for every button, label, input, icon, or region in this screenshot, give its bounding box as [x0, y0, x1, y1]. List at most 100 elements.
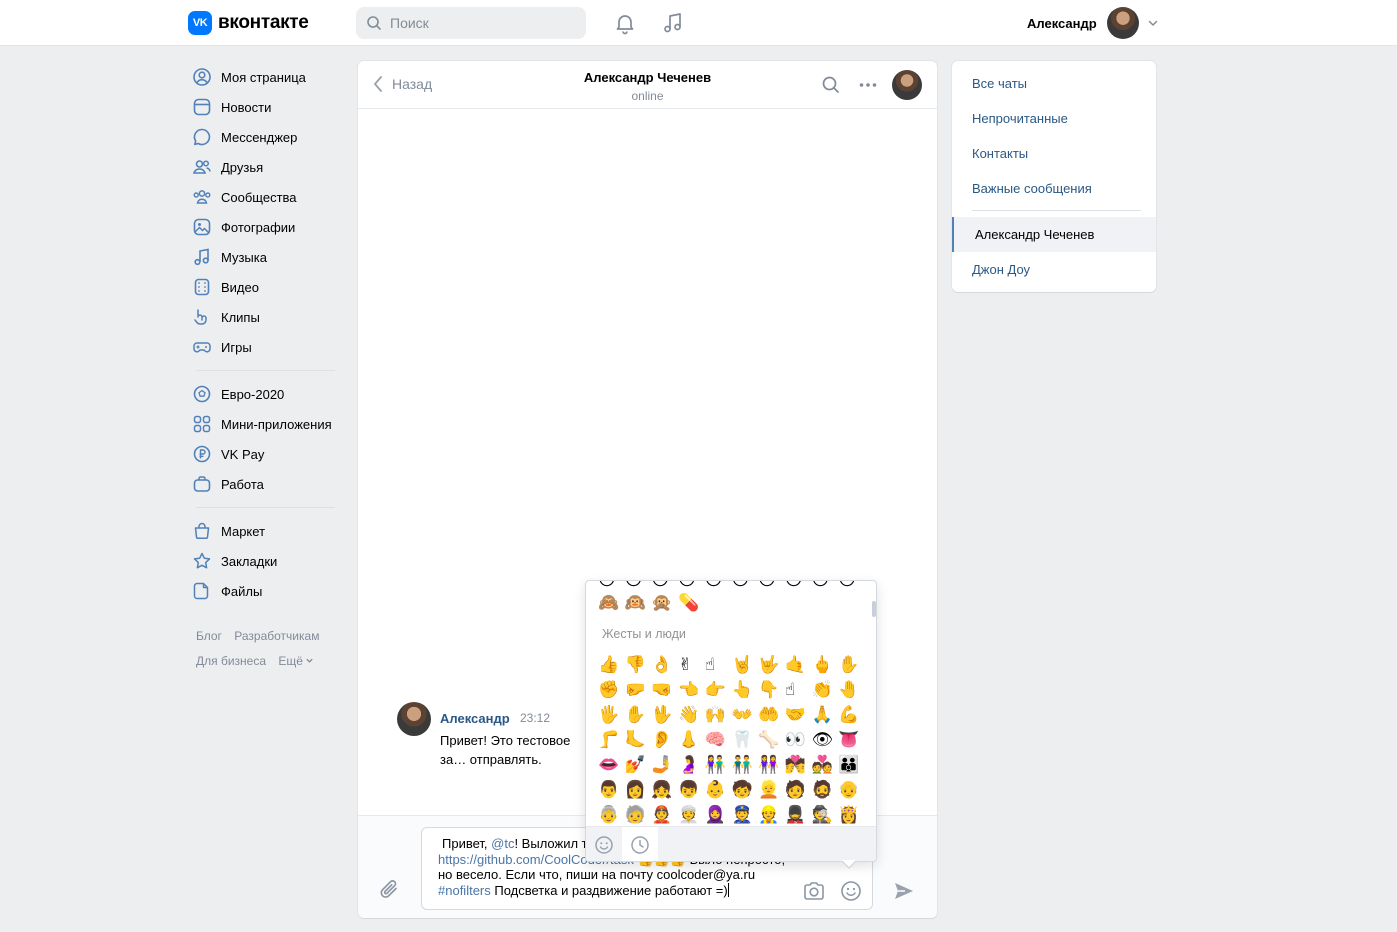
search-box[interactable]	[356, 7, 586, 39]
emoji[interactable]: 🤛	[625, 680, 652, 705]
emoji[interactable]: 🦷	[731, 730, 758, 755]
emoji[interactable]: 👀	[785, 730, 812, 755]
nav-item-my-page[interactable]: Моя страница	[188, 62, 338, 92]
menu-all-chats[interactable]: Все чаты	[952, 66, 1156, 101]
emoji[interactable]: 🤜	[651, 680, 678, 705]
emoji[interactable]: 👇	[758, 680, 785, 705]
emoji[interactable]: 🧔	[812, 780, 839, 805]
emoji[interactable]: 🧠	[705, 730, 732, 755]
mention-highlight[interactable]: @tc	[491, 836, 514, 851]
menu-important[interactable]: Важные сообщения	[952, 171, 1156, 206]
music-note-icon[interactable]	[661, 11, 685, 35]
emoji[interactable]: 👃	[678, 730, 705, 755]
emoji[interactable]: 👱	[758, 780, 785, 805]
footer-link-blog[interactable]: Блог	[196, 629, 222, 643]
nav-item-mini-apps[interactable]: Мини-приложения	[188, 409, 338, 439]
emoji[interactable]: 👵	[598, 805, 625, 828]
emoji[interactable]: 🧕	[705, 805, 732, 828]
emoji[interactable]: 😶	[838, 581, 865, 595]
emoji[interactable]: 💂	[785, 805, 812, 828]
emoji[interactable]: ✌	[678, 655, 705, 680]
camera-icon[interactable]	[802, 880, 826, 905]
emoji[interactable]: 🙌	[705, 705, 732, 730]
nav-item-files[interactable]: Файлы	[188, 576, 338, 606]
paperclip-icon[interactable]	[379, 878, 401, 905]
menu-chat-chechenev[interactable]: Александр Чеченев	[952, 217, 1156, 252]
emoji[interactable]: 🦶	[625, 730, 652, 755]
emoji[interactable]: 👈	[678, 680, 705, 705]
emoji[interactable]: 🖖	[651, 705, 678, 730]
emoji[interactable]: 👎	[625, 655, 652, 680]
emoji[interactable]: 🙏	[812, 705, 839, 730]
emoji[interactable]: 🦴	[758, 730, 785, 755]
nav-item-music[interactable]: Музыка	[188, 242, 338, 272]
emoji-scroll-area[interactable]: 😶 😶 😶 😶 😶 😶 😶 😶 😶 😶 🙈 🙉 🙊 💊 Жесты и люди…	[586, 581, 876, 828]
emoji[interactable]: 🤰	[678, 755, 705, 780]
emoji[interactable]: 🤚	[838, 680, 865, 705]
menu-chat-john-doe[interactable]: Джон Доу	[952, 252, 1156, 287]
menu-contacts[interactable]: Контакты	[952, 136, 1156, 171]
nav-item-work[interactable]: Работа	[188, 469, 338, 499]
emoji[interactable]: 👦	[678, 780, 705, 805]
emoji[interactable]: 👐	[731, 705, 758, 730]
send-icon[interactable]	[892, 879, 916, 906]
emoji[interactable]: 🧓	[625, 805, 652, 828]
emoji[interactable]: 👩	[625, 780, 652, 805]
more-dots-icon[interactable]	[858, 75, 878, 98]
emoji-scrollbar[interactable]	[872, 601, 876, 617]
emoji[interactable]: 💅	[625, 755, 652, 780]
emoji[interactable]: ☝	[705, 655, 732, 680]
profile-menu[interactable]: Александр	[1027, 7, 1159, 39]
menu-unread[interactable]: Непрочитанные	[952, 101, 1156, 136]
nav-item-photos[interactable]: Фотографии	[188, 212, 338, 242]
emoji[interactable]: 🤙	[785, 655, 812, 680]
emoji[interactable]: 💪	[838, 705, 865, 730]
emoji[interactable]: 👧	[651, 780, 678, 805]
nav-item-video[interactable]: Видео	[188, 272, 338, 302]
emoji[interactable]: 🕵	[812, 805, 839, 828]
emoji[interactable]: 🙈	[598, 593, 625, 618]
hashtag-highlight[interactable]: #nofilters	[438, 883, 491, 898]
emoji[interactable]: 🤳	[651, 755, 678, 780]
emoji[interactable]: 🙉	[625, 593, 652, 618]
emoji-tab-recent[interactable]	[622, 827, 658, 861]
emoji[interactable]: 🖐	[598, 705, 625, 730]
emoji[interactable]: 🧑	[785, 780, 812, 805]
emoji[interactable]: 😶	[705, 581, 732, 595]
emoji[interactable]: ✋	[838, 655, 865, 680]
emoji[interactable]: 👫	[705, 755, 732, 780]
emoji[interactable]: 💑	[812, 755, 839, 780]
emoji[interactable]: 👋	[678, 705, 705, 730]
emoji[interactable]: 👨	[598, 780, 625, 805]
emoji[interactable]: 👲	[651, 805, 678, 828]
emoji[interactable]: 👳	[678, 805, 705, 828]
emoji[interactable]: 👴	[838, 780, 865, 805]
emoji[interactable]: 👏	[812, 680, 839, 705]
emoji[interactable]: 🤝	[785, 705, 812, 730]
emoji[interactable]: 🤲	[758, 705, 785, 730]
emoji[interactable]: 👭	[758, 755, 785, 780]
footer-link-more[interactable]: Ещё	[278, 654, 314, 668]
chat-search-icon[interactable]	[821, 75, 841, 98]
nav-item-clips[interactable]: Клипы	[188, 302, 338, 332]
emoji[interactable]: 😶	[731, 581, 758, 595]
emoji[interactable]: 👶	[705, 780, 732, 805]
nav-item-euro-2020[interactable]: Евро-2020	[188, 379, 338, 409]
emoji[interactable]: 👁	[812, 730, 839, 755]
nav-item-friends[interactable]: Друзья	[188, 152, 338, 182]
footer-link-developers[interactable]: Разработчикам	[234, 629, 319, 643]
emoji[interactable]: 🦵	[598, 730, 625, 755]
nav-item-games[interactable]: Игры	[188, 332, 338, 362]
emoji[interactable]: ✋	[625, 705, 652, 730]
emoji[interactable]: 🤘	[731, 655, 758, 680]
emoji[interactable]: 🤟	[758, 655, 785, 680]
emoji[interactable]: 💊	[678, 593, 705, 618]
nav-item-messenger[interactable]: Мессенджер	[188, 122, 338, 152]
nav-item-communities[interactable]: Сообщества	[188, 182, 338, 212]
emoji[interactable]: 🧒	[731, 780, 758, 805]
emoji[interactable]: ☝	[785, 680, 812, 705]
emoji[interactable]: 👪	[838, 755, 865, 780]
emoji[interactable]: 👂	[651, 730, 678, 755]
nav-item-vk-pay[interactable]: VK Pay	[188, 439, 338, 469]
emoji[interactable]: 👌	[651, 655, 678, 680]
